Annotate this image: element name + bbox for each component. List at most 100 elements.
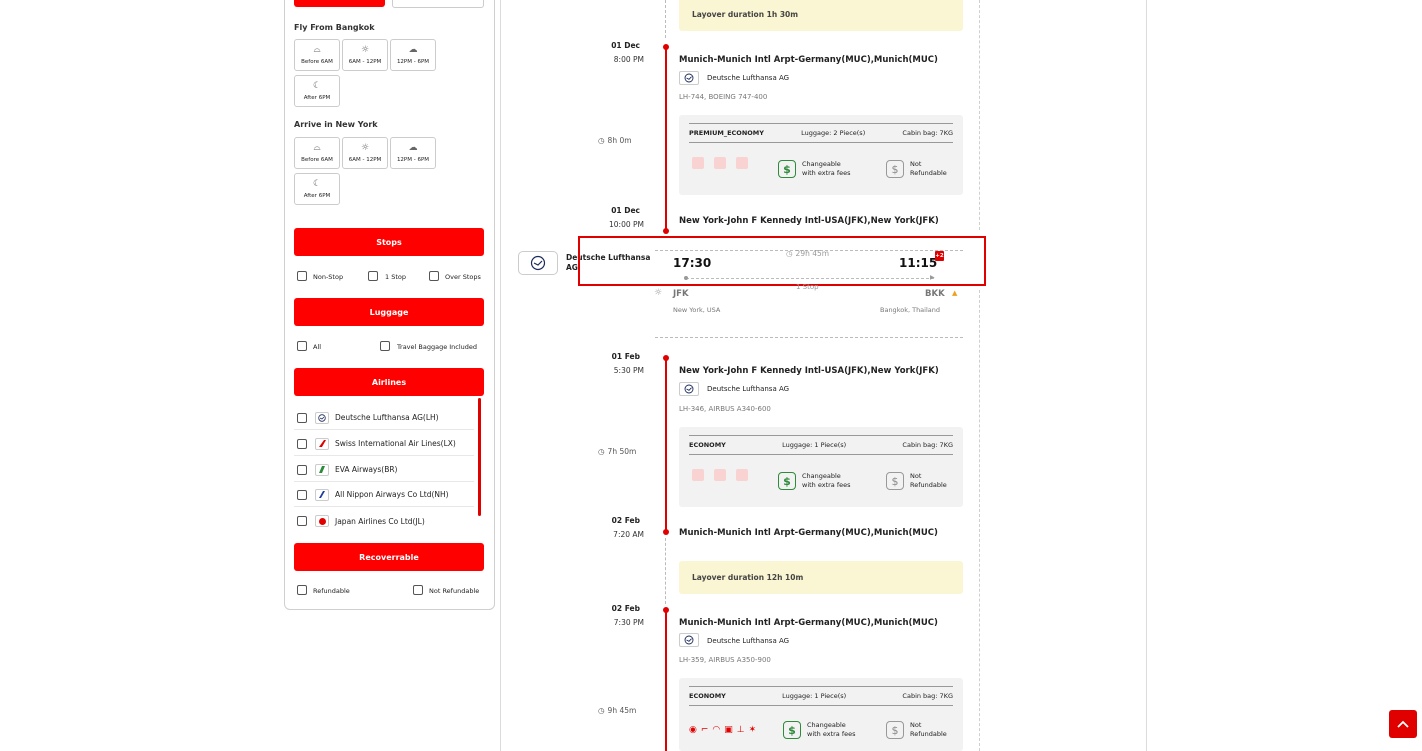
selected-flight-highlight[interactable]	[578, 236, 986, 286]
arrival-airport: Munich-Munich Intl Arpt-Germany(MUC),Mun…	[679, 528, 938, 538]
not-refundable-label: Not Refundable	[429, 587, 480, 595]
airline-checkbox[interactable]	[297, 516, 307, 526]
arr-6am-12pm[interactable]: ☼ 6AM - 12PM	[342, 137, 388, 169]
carrier-name: Deutsche Lufthansa AG	[707, 74, 790, 82]
departure-airport: New York-John F Kennedy Intl-USA(JFK),Ne…	[679, 366, 939, 376]
origin-code: JFK	[673, 289, 689, 299]
lufthansa-logo-icon	[315, 411, 329, 424]
baggage-included-checkbox[interactable]	[380, 341, 390, 351]
over-stops-label: Over Stops	[445, 273, 481, 281]
segment-duration: ◷ 8h 0m	[598, 136, 632, 145]
non-stop-checkbox[interactable]	[297, 271, 307, 281]
airline-item[interactable]: Japan Airlines Co Ltd(JL)	[294, 509, 474, 533]
baggage-included-label: Travel Baggage Included	[397, 343, 478, 351]
detail-dashed-border	[979, 0, 980, 230]
amenity-icon	[714, 469, 726, 481]
not-refundable-checkbox[interactable]	[413, 585, 423, 595]
meal-icon: ✶	[748, 725, 757, 735]
luggage-all-checkbox[interactable]	[297, 341, 307, 351]
dep-6am-12pm[interactable]: ☼ 6AM - 12PM	[342, 39, 388, 71]
dollar-refund-icon: $	[886, 160, 904, 178]
airline-item[interactable]: Swiss International Air Lines(LX)	[294, 432, 474, 456]
refund-info: $ Not Refundable	[886, 160, 947, 178]
one-stop-checkbox[interactable]	[368, 271, 378, 281]
amenity-icon	[692, 469, 704, 481]
dollar-refund-icon: $	[886, 721, 904, 739]
amenity-icon	[692, 157, 704, 169]
airline-name: Deutsche Lufthansa AG(LH)	[335, 413, 439, 422]
segment-time: 5:30 PM	[613, 366, 644, 375]
airline-item[interactable]: All Nippon Airways Co Ltd(NH)	[294, 483, 474, 507]
fare-info-header: ECONOMY Luggage: 1 Piece(s) Cabin bag: 7…	[689, 435, 953, 455]
airline-checkbox[interactable]	[297, 412, 307, 423]
timeline-line	[665, 610, 667, 751]
segment-time: 8:00 PM	[613, 55, 644, 64]
dep-after-6pm[interactable]: ☾ After 6PM	[294, 75, 340, 107]
lufthansa-logo-icon	[679, 71, 699, 85]
luggage-header[interactable]: Luggage	[294, 298, 484, 326]
departure-airport: Munich-Munich Intl Arpt-Germany(MUC),Mun…	[679, 55, 938, 65]
layover-banner: Layover duration 1h 30m	[679, 0, 963, 31]
airline-name: Swiss International Air Lines(LX)	[335, 439, 456, 448]
lufthansa-logo-icon	[518, 251, 558, 275]
airline-checkbox[interactable]	[297, 464, 307, 475]
refundable-checkbox[interactable]	[297, 585, 307, 595]
amenity-icons	[692, 157, 748, 169]
amenity-icons	[692, 469, 748, 481]
airline-name: EVA Airways(BR)	[335, 465, 398, 474]
fare-info-header: ECONOMY Luggage: 1 Piece(s) Cabin bag: 7…	[689, 686, 953, 706]
dep-before-6am[interactable]: ⌓ Before 6AM	[294, 39, 340, 71]
luggage-info: Luggage: 1 Piece(s)	[782, 441, 847, 449]
wifi-icon: ◠	[712, 725, 721, 735]
sort-button-active[interactable]	[294, 0, 385, 7]
airlines-scrollbar[interactable]	[478, 398, 481, 516]
luggage-all-label: All	[313, 343, 322, 351]
flight-number: LH-346, AIRBUS A340-600	[679, 405, 771, 413]
sort-button[interactable]	[392, 0, 484, 8]
moon-cloud-icon: ☾	[312, 81, 322, 91]
timeline-dot	[663, 529, 669, 535]
segment-date: 02 Feb	[611, 604, 640, 613]
non-stop-label: Non-Stop	[313, 273, 344, 281]
changeable-info: $ Changeable with extra fees	[783, 721, 856, 739]
clock-icon: ◷	[598, 447, 605, 456]
segment-time: 10:00 PM	[609, 220, 644, 229]
segment-time: 7:20 AM	[613, 530, 644, 539]
sunset-icon: ▲	[952, 289, 958, 297]
sun-icon: ☼	[654, 288, 663, 298]
clock-icon: ◷	[598, 136, 605, 145]
scroll-top-button[interactable]	[1389, 710, 1417, 738]
moon-cloud-icon: ☾	[312, 179, 322, 189]
eva-logo-icon	[315, 463, 329, 476]
recoverable-header[interactable]: Recoverrable	[294, 543, 484, 571]
segment-time: 7:30 PM	[613, 618, 644, 627]
arr-after-6pm[interactable]: ☾ After 6PM	[294, 173, 340, 205]
luggage-info: Luggage: 2 Piece(s)	[801, 129, 866, 137]
airline-checkbox[interactable]	[297, 438, 307, 449]
flight-number: LH-744, BOEING 747-400	[679, 93, 768, 101]
dollar-change-icon: $	[778, 160, 796, 178]
usb-icon: ◉	[689, 725, 697, 735]
stops-header[interactable]: Stops	[294, 228, 484, 256]
airline-item[interactable]: EVA Airways(BR)	[294, 458, 474, 482]
dollar-change-icon: $	[778, 472, 796, 490]
refund-info: $ Not Refundable	[886, 721, 947, 739]
summary-bottom-dash	[655, 337, 963, 338]
over-stops-checkbox[interactable]	[429, 271, 439, 281]
sun-icon: ☼	[360, 143, 370, 153]
fare-info-card: PREMIUM_ECONOMY Luggage: 2 Piece(s) Cabi…	[679, 115, 963, 195]
dep-12pm-6pm[interactable]: ☁ 12PM - 6PM	[390, 39, 436, 71]
sun-cloud-icon: ☁	[408, 45, 418, 55]
airline-item[interactable]: Deutsche Lufthansa AG(LH)	[294, 406, 474, 430]
airlines-header[interactable]: Airlines	[294, 368, 484, 396]
airline-checkbox[interactable]	[297, 489, 307, 500]
changeable-info: $ Changeable with extra fees	[778, 472, 851, 490]
timeline-dot	[663, 228, 669, 234]
segment-date: 02 Feb	[611, 516, 640, 525]
arr-12pm-6pm[interactable]: ☁ 12PM - 6PM	[390, 137, 436, 169]
lufthansa-logo-icon	[679, 382, 699, 396]
lufthansa-logo-icon	[679, 633, 699, 647]
changeable-info: $ Changeable with extra fees	[778, 160, 851, 178]
arr-before-6am[interactable]: ⌓ Before 6AM	[294, 137, 340, 169]
refundable-label: Refundable	[313, 587, 350, 595]
